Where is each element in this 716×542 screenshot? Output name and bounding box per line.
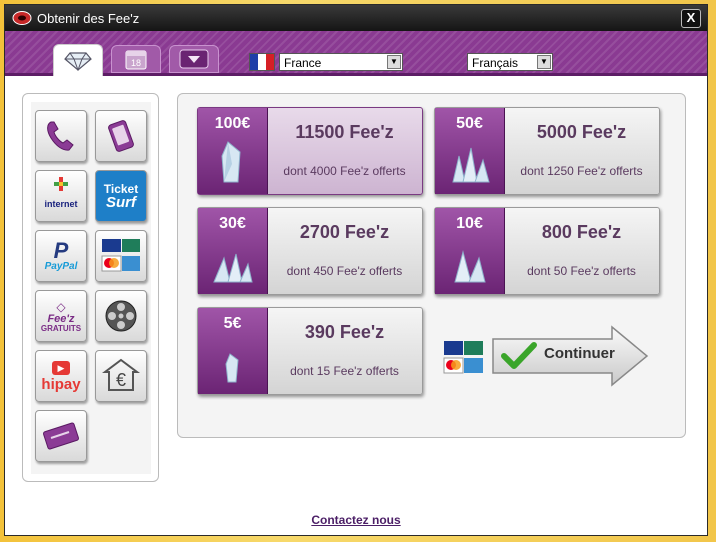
mobile-icon	[108, 120, 134, 152]
payment-hipay-button[interactable]: ▶ hipay	[35, 350, 87, 402]
calendar-day: 18	[131, 58, 141, 68]
flag-france-icon	[249, 53, 275, 71]
payment-euro-transfer-button[interactable]: €	[95, 350, 147, 402]
language-select[interactable]: Français ▼	[467, 53, 553, 71]
payment-cheque-button[interactable]	[35, 410, 87, 462]
svg-text:€: €	[116, 370, 126, 390]
offer-bonus: dont 450 Fee'z offerts	[286, 264, 403, 278]
gem-icon	[179, 49, 209, 69]
crystal-cluster-icon	[452, 147, 490, 183]
tab-calendar[interactable]: 18	[111, 45, 161, 73]
price-box: 100€	[198, 108, 268, 194]
payment-internet-plus-button[interactable]: internet	[35, 170, 87, 222]
crystal-icon	[221, 141, 241, 183]
tab-gem[interactable]	[169, 45, 219, 73]
credit-cards-icon	[101, 239, 140, 272]
app-logo-icon	[12, 11, 32, 25]
payment-feez-gratuits-button[interactable]: ◇ Fee'z GRATUITS	[35, 290, 87, 342]
continue-button[interactable]: Continuer	[490, 325, 650, 387]
payment-credit-cards-button[interactable]	[95, 230, 147, 282]
price-box: 50€	[435, 108, 505, 194]
chevron-down-icon[interactable]: ▼	[387, 55, 401, 69]
crystal-icon	[225, 353, 239, 383]
offer-bonus: dont 50 Fee'z offerts	[527, 264, 636, 278]
offer-amount: 390 Fee'z	[304, 322, 385, 342]
calendar-icon: 18	[125, 50, 147, 70]
offer-amount: 800 Fee'z	[541, 222, 622, 242]
offer-price: 100€	[214, 115, 251, 132]
payment-methods-panel: internet Ticket Surf P PayPal ◇ Fee'z GR…	[22, 93, 159, 482]
payment-phone-button[interactable]	[35, 110, 87, 162]
paypal-icon: P PayPal	[44, 238, 78, 272]
offer-card[interactable]: 10€ 800 Fee'z dont 50 Fee'z offerts	[434, 207, 660, 295]
offer-bonus: dont 4000 Fee'z offerts	[283, 164, 406, 178]
payment-methods-list: internet Ticket Surf P PayPal ◇ Fee'z GR…	[31, 102, 151, 474]
offers-panel: 100€ 11500 Fee'z dont 4000 Fee'z offerts…	[177, 93, 686, 438]
hipay-icon: ▶ hipay	[41, 360, 81, 393]
card-logos-icon	[443, 341, 483, 374]
offer-card[interactable]: 50€ 5000 Fee'z dont 1250 Fee'z offerts	[434, 107, 660, 195]
crystal-cluster-icon	[213, 253, 253, 283]
chevron-down-icon[interactable]: ▼	[537, 55, 551, 69]
offer-price: 30€	[219, 215, 246, 232]
offer-bonus: dont 15 Fee'z offerts	[290, 364, 399, 378]
crystal-cluster-icon	[454, 250, 486, 283]
payment-paypal-button[interactable]: P PayPal	[35, 230, 87, 282]
payment-mobile-button[interactable]	[95, 110, 147, 162]
cheque-icon	[43, 422, 79, 450]
film-reel-icon	[105, 300, 137, 332]
tab-bar: 18 France ▼ Français ▼	[5, 31, 707, 76]
continue-label: Continuer	[544, 345, 615, 362]
feez-window: Obtenir des Fee'z X 18 France ▼ Français…	[4, 4, 708, 536]
ticket-surf-icon: Ticket Surf	[103, 181, 139, 211]
price-box: 5€	[198, 308, 268, 394]
payment-video-button[interactable]	[95, 290, 147, 342]
offer-card[interactable]: 5€ 390 Fee'z dont 15 Fee'z offerts	[197, 307, 423, 395]
offer-bonus: dont 1250 Fee'z offerts	[520, 164, 643, 178]
offer-price: 50€	[456, 115, 483, 132]
tab-diamond[interactable]	[53, 44, 103, 76]
offer-card[interactable]: 30€ 2700 Fee'z dont 450 Fee'z offerts	[197, 207, 423, 295]
offer-price: 5€	[223, 315, 242, 332]
title-bar: Obtenir des Fee'z X	[5, 5, 707, 31]
offer-price: 10€	[456, 215, 483, 232]
phone-icon	[47, 121, 74, 151]
contact-link[interactable]: Contactez nous	[5, 513, 707, 527]
internet-plus-icon: internet	[38, 174, 84, 218]
country-value: France	[284, 56, 322, 70]
euro-transfer-icon: €	[102, 358, 140, 391]
offer-amount: 11500 Fee'z	[295, 122, 394, 142]
offer-amount: 2700 Fee'z	[299, 222, 390, 242]
country-select[interactable]: France ▼	[279, 53, 403, 71]
price-box: 30€	[198, 208, 268, 294]
language-value: Français	[472, 56, 519, 70]
feez-gratuits-icon: ◇ Fee'z GRATUITS	[40, 299, 82, 333]
window-title: Obtenir des Fee'z	[37, 11, 140, 26]
checkmark-icon	[501, 342, 537, 369]
offer-card[interactable]: 100€ 11500 Fee'z dont 4000 Fee'z offerts	[197, 107, 423, 195]
payment-ticket-surf-button[interactable]: Ticket Surf	[95, 170, 147, 222]
offer-amount: 5000 Fee'z	[536, 122, 627, 142]
diamond-icon	[64, 51, 92, 71]
price-box: 10€	[435, 208, 505, 294]
close-button[interactable]: X	[681, 9, 701, 28]
